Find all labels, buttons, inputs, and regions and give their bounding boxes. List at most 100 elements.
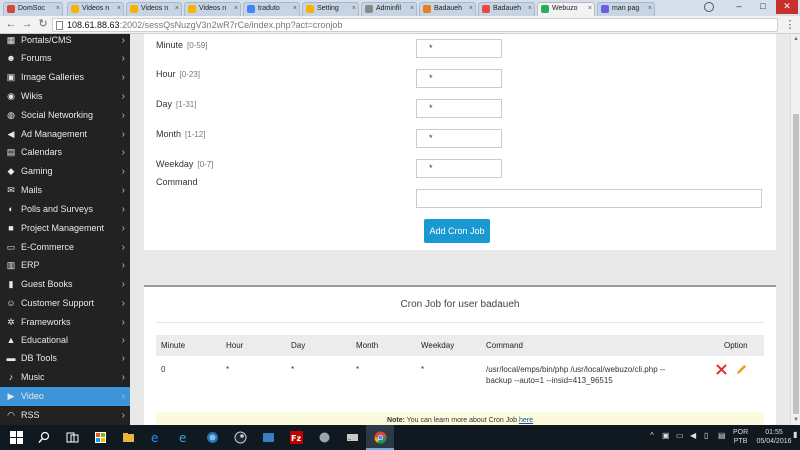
sidebar-item[interactable]: ◀ Ad Management › bbox=[0, 125, 130, 144]
delete-icon[interactable] bbox=[716, 364, 727, 375]
taskbar-app-blue[interactable] bbox=[254, 425, 282, 450]
browser-tab[interactable]: Videos n × bbox=[184, 2, 241, 16]
browser-tab[interactable]: DomSoc × bbox=[3, 2, 63, 16]
cron-field-input[interactable]: * bbox=[416, 129, 502, 148]
tab-close-icon[interactable]: × bbox=[588, 3, 592, 15]
tab-close-icon[interactable]: × bbox=[293, 3, 297, 15]
tray-network-icon[interactable]: ▭ bbox=[676, 431, 684, 440]
tab-close-icon[interactable]: × bbox=[469, 3, 473, 15]
sidebar-item[interactable]: ▤ Calendars › bbox=[0, 143, 130, 162]
cron-field-input[interactable]: * bbox=[416, 39, 502, 58]
browser-tab[interactable]: Badaueh × bbox=[419, 2, 476, 16]
taskbar-clock[interactable]: 01:55 05/04/2016 bbox=[755, 428, 793, 446]
browser-tab[interactable]: Videos n × bbox=[67, 2, 124, 16]
sidebar-item[interactable]: ▬ DB Tools › bbox=[0, 349, 130, 368]
browser-menu-icon[interactable]: ⋮ bbox=[784, 18, 796, 32]
sidebar-item[interactable]: ▦ Portals/CMS › bbox=[0, 34, 130, 50]
taskbar-filezilla[interactable]: Fz bbox=[282, 425, 310, 450]
tab-close-icon[interactable]: × bbox=[648, 3, 652, 15]
tab-close-icon[interactable]: × bbox=[352, 3, 356, 15]
start-button[interactable] bbox=[2, 425, 30, 450]
browser-tab[interactable]: traduto × bbox=[243, 2, 300, 16]
page-scrollbar[interactable]: ▲ ▼ bbox=[790, 34, 800, 425]
maximize-button[interactable]: □ bbox=[752, 0, 774, 14]
task-view-button[interactable] bbox=[58, 425, 86, 450]
tab-label: Videos n bbox=[199, 5, 227, 12]
sidebar-item[interactable]: ▲ Educational › bbox=[0, 331, 130, 350]
browser-tab[interactable]: Adminfil × bbox=[361, 2, 417, 16]
sidebar-item[interactable]: ▭ E-Commerce › bbox=[0, 238, 130, 257]
tray-keyboard-icon[interactable]: ▤ bbox=[718, 431, 726, 440]
tray-chevron-icon[interactable]: ^ bbox=[650, 431, 654, 440]
browser-tab[interactable]: Setting × bbox=[302, 2, 359, 16]
taskbar-app-gray[interactable] bbox=[310, 425, 338, 450]
tab-close-icon[interactable]: × bbox=[117, 3, 121, 15]
share-icon: ◍ bbox=[7, 110, 15, 120]
tab-favicon-icon bbox=[130, 5, 138, 13]
scroll-up-icon[interactable]: ▲ bbox=[791, 34, 800, 44]
browser-tab[interactable]: Videos n × bbox=[126, 2, 182, 16]
tab-label: Adminfil bbox=[376, 5, 401, 12]
input-language[interactable]: POR PTB bbox=[733, 428, 748, 446]
taskbar-app-drive[interactable] bbox=[338, 425, 366, 450]
command-line: backup --auto=1 --insid=413_96515 bbox=[486, 376, 613, 385]
tray-battery-icon[interactable]: ▯ bbox=[704, 431, 708, 440]
back-arrow-icon[interactable]: ← bbox=[4, 18, 18, 32]
browser-tab[interactable]: Badaueh × bbox=[478, 2, 535, 16]
minimize-button[interactable]: – bbox=[728, 0, 750, 14]
sidebar-item[interactable]: ✲ Frameworks › bbox=[0, 313, 130, 332]
sidebar-item[interactable]: ▶ Video › bbox=[0, 387, 130, 406]
sidebar-item[interactable]: ◆ Gaming › bbox=[0, 162, 130, 181]
sidebar-item[interactable]: ▥ ERP › bbox=[0, 256, 130, 275]
sidebar-item[interactable]: ▮ Guest Books › bbox=[0, 275, 130, 294]
tab-close-icon[interactable]: × bbox=[410, 3, 414, 15]
forward-arrow-icon[interactable]: → bbox=[20, 18, 34, 32]
notifications-icon[interactable]: ▮ bbox=[793, 430, 797, 439]
tab-close-icon[interactable]: × bbox=[234, 3, 238, 15]
url-input[interactable]: 108.61.88.63:2002/sessQsNuzgV3n2wR7rCe/i… bbox=[52, 18, 778, 32]
taskbar-chrome[interactable] bbox=[366, 425, 394, 450]
tab-close-icon[interactable]: × bbox=[175, 3, 179, 15]
browser-tab[interactable]: Webuzo × bbox=[537, 2, 595, 16]
taskbar-file-explorer[interactable] bbox=[114, 425, 142, 450]
tab-close-icon[interactable]: × bbox=[56, 3, 60, 15]
scroll-thumb[interactable] bbox=[793, 114, 799, 414]
tray-volume-icon[interactable]: ◀ bbox=[690, 431, 696, 440]
profile-icon[interactable] bbox=[704, 2, 714, 12]
edit-pencil-icon[interactable] bbox=[736, 364, 747, 375]
search-button[interactable] bbox=[30, 425, 58, 450]
grid-icon: ▦ bbox=[6, 35, 16, 45]
tray-people-icon[interactable]: ▣ bbox=[662, 431, 670, 440]
users-icon: ☻ bbox=[6, 53, 16, 63]
note-link[interactable]: here bbox=[519, 417, 533, 424]
sidebar-item[interactable]: ♪ Music › bbox=[0, 368, 130, 387]
tab-favicon-icon bbox=[7, 5, 15, 13]
add-cron-job-button[interactable]: Add Cron Job bbox=[424, 219, 490, 243]
table-cell-day: * bbox=[291, 365, 295, 374]
taskbar-edge[interactable]: e bbox=[142, 425, 170, 450]
close-window-button[interactable]: ✕ bbox=[776, 0, 798, 14]
sidebar-item[interactable]: ■ Project Management › bbox=[0, 219, 130, 238]
sidebar-item[interactable]: ◍ Social Networking › bbox=[0, 106, 130, 125]
reload-icon[interactable]: ↻ bbox=[36, 18, 50, 32]
cron-field-input[interactable]: * bbox=[416, 159, 502, 178]
scroll-down-icon[interactable]: ▼ bbox=[791, 415, 800, 425]
sidebar-item[interactable]: ▣ Image Galleries › bbox=[0, 68, 130, 87]
cron-field-input[interactable]: * bbox=[416, 69, 502, 88]
sidebar-item[interactable]: ◉ Wikis › bbox=[0, 87, 130, 106]
taskbar-ie[interactable]: e bbox=[170, 425, 198, 450]
command-field[interactable] bbox=[416, 189, 762, 208]
browser-tab[interactable]: man pag × bbox=[597, 2, 655, 16]
sidebar-item[interactable]: ☺ Customer Support › bbox=[0, 294, 130, 313]
sidebar-item[interactable]: ☻ Forums › bbox=[0, 49, 130, 68]
taskbar-store[interactable] bbox=[86, 425, 114, 450]
cron-field-input[interactable]: * bbox=[416, 99, 502, 118]
taskbar-app-globe[interactable] bbox=[198, 425, 226, 450]
taskbar-steam[interactable] bbox=[226, 425, 254, 450]
tab-close-icon[interactable]: × bbox=[528, 3, 532, 15]
field-name: Hour bbox=[156, 69, 176, 79]
sidebar-item[interactable]: ◐ Polls and Surveys › bbox=[0, 200, 130, 219]
sidebar-item[interactable]: ✉ Mails › bbox=[0, 181, 130, 200]
sidebar-item[interactable]: ◠ RSS › bbox=[0, 406, 130, 425]
chevron-right-icon: › bbox=[121, 91, 125, 102]
